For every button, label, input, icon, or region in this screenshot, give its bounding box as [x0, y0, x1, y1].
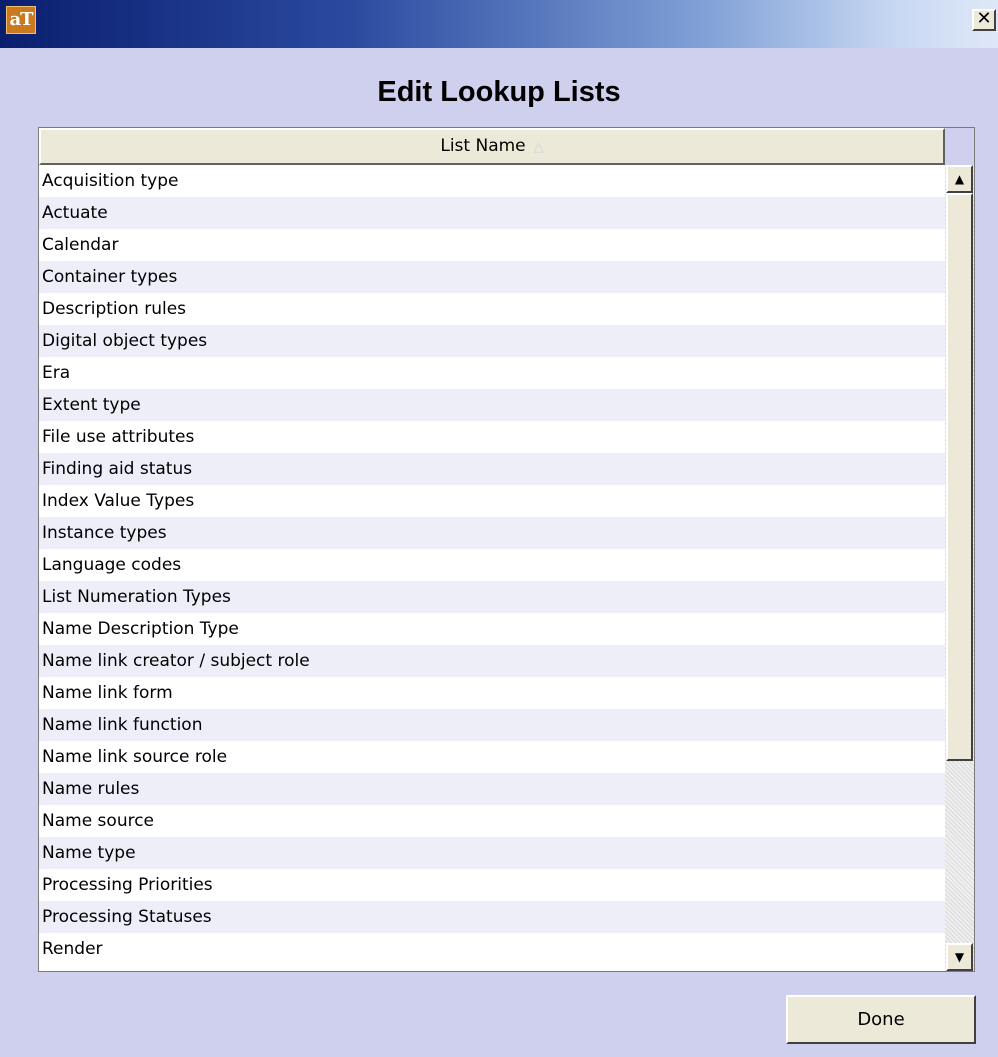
table-row[interactable]: List Numeration Types — [39, 581, 945, 613]
table-row[interactable]: Processing Statuses — [39, 901, 945, 933]
table-row[interactable]: Calendar — [39, 229, 945, 261]
table-row[interactable]: Extent type — [39, 389, 945, 421]
table-row[interactable]: Container types — [39, 261, 945, 293]
header-corner — [945, 128, 974, 165]
column-header-list-name[interactable]: List Name △ — [39, 128, 945, 165]
table-row[interactable]: Acquisition type — [39, 165, 945, 197]
table-row[interactable]: Language codes — [39, 549, 945, 581]
table-row[interactable]: Name link form — [39, 677, 945, 709]
app-icon: aT — [6, 6, 36, 34]
table-row[interactable]: File use attributes — [39, 421, 945, 453]
table-row[interactable]: Instance types — [39, 517, 945, 549]
dialog-title: Edit Lookup Lists — [377, 76, 621, 108]
table-row[interactable]: Name type — [39, 837, 945, 869]
scroll-up-icon[interactable]: ▲ — [946, 165, 973, 193]
lookup-lists-table: List Name △ Acquisition type Actuate Calend… — [38, 127, 975, 972]
edit-lookup-lists-window: aT ✕ Edit Lookup Lists List Name △ Acquis… — [0, 0, 998, 1057]
table-row[interactable]: Finding aid status — [39, 453, 945, 485]
table-row[interactable]: Name source — [39, 805, 945, 837]
table-row[interactable]: Name link source role — [39, 741, 945, 773]
column-header-label: List Name — [440, 136, 526, 156]
done-button[interactable]: Done — [786, 995, 976, 1044]
vertical-scrollbar[interactable]: ▲ ▼ — [945, 165, 974, 971]
table-row[interactable]: Processing Priorities — [39, 869, 945, 901]
title-bar[interactable]: aT ✕ — [0, 0, 998, 48]
table-body: Acquisition type Actuate Calendar Container… — [39, 165, 945, 965]
table-row[interactable]: Actuate — [39, 197, 945, 229]
table-row[interactable]: Name Description Type — [39, 613, 945, 645]
table-row[interactable]: Digital object types — [39, 325, 945, 357]
close-button[interactable]: ✕ — [972, 9, 996, 31]
table-row[interactable]: Name link creator / subject role — [39, 645, 945, 677]
sort-ascending-icon: △ — [533, 140, 544, 155]
scroll-thumb[interactable] — [946, 193, 973, 761]
table-row[interactable]: Name link function — [39, 709, 945, 741]
table-row[interactable]: Description rules — [39, 293, 945, 325]
table-row[interactable]: Era — [39, 357, 945, 389]
table-row[interactable]: Render — [39, 933, 945, 965]
table-row[interactable]: Name rules — [39, 773, 945, 805]
table-row[interactable]: Index Value Types — [39, 485, 945, 517]
scroll-down-icon[interactable]: ▼ — [946, 943, 973, 971]
